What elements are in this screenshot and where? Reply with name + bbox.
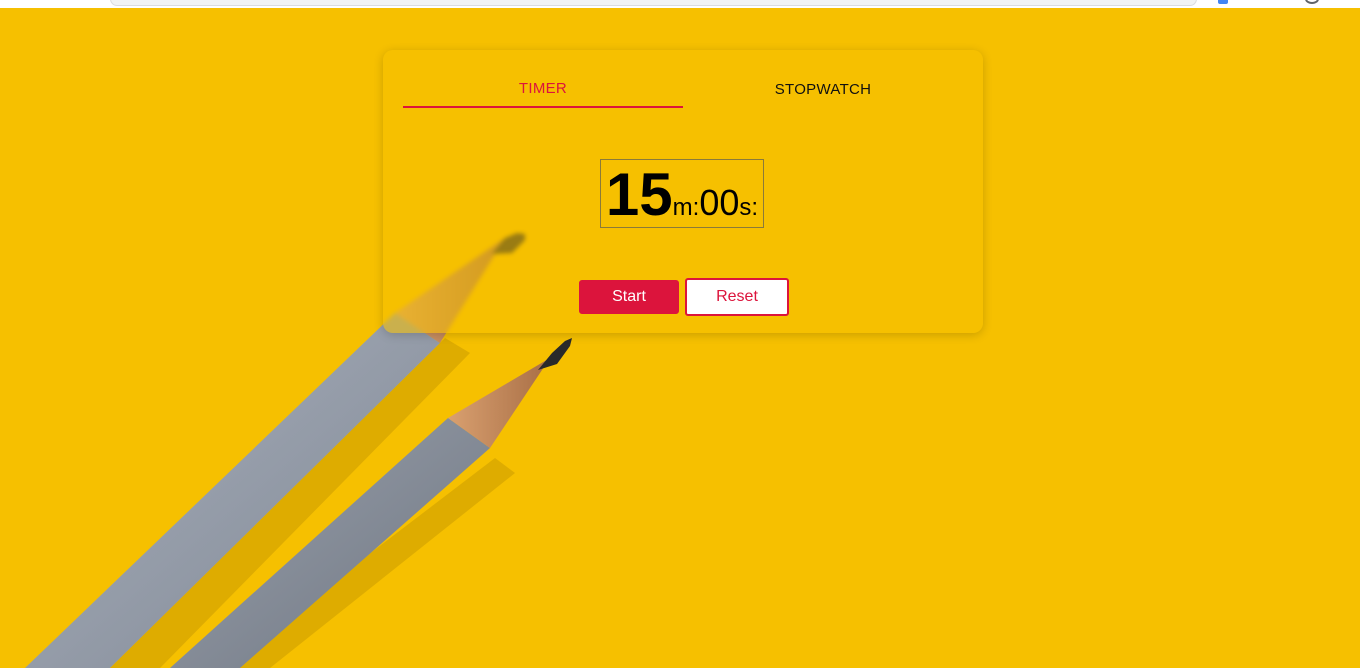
time-display: 15 m: 00 s: <box>600 159 764 228</box>
profile-icon[interactable] <box>1305 0 1319 4</box>
start-button[interactable]: Start <box>579 280 679 314</box>
browser-chrome-edge <box>0 0 1360 8</box>
extension-icon[interactable] <box>1218 0 1228 4</box>
minutes-unit: m: <box>672 194 700 221</box>
tab-timer[interactable]: TIMER <box>403 70 683 108</box>
control-buttons: Start Reset <box>579 278 789 316</box>
seconds-unit: s: <box>739 194 759 221</box>
mode-tabs: TIMER STOPWATCH <box>403 70 963 108</box>
pencil-2-lead <box>538 338 572 370</box>
seconds-value[interactable]: 00 <box>699 183 739 223</box>
tab-stopwatch[interactable]: STOPWATCH <box>683 70 963 108</box>
reset-button[interactable]: Reset <box>685 278 789 316</box>
page: TIMER STOPWATCH 15 m: 00 s: Start Reset <box>0 0 1360 668</box>
address-bar[interactable] <box>110 0 1197 6</box>
timer-card: TIMER STOPWATCH 15 m: 00 s: Start Reset <box>383 50 983 333</box>
minutes-value[interactable]: 15 <box>606 162 673 228</box>
